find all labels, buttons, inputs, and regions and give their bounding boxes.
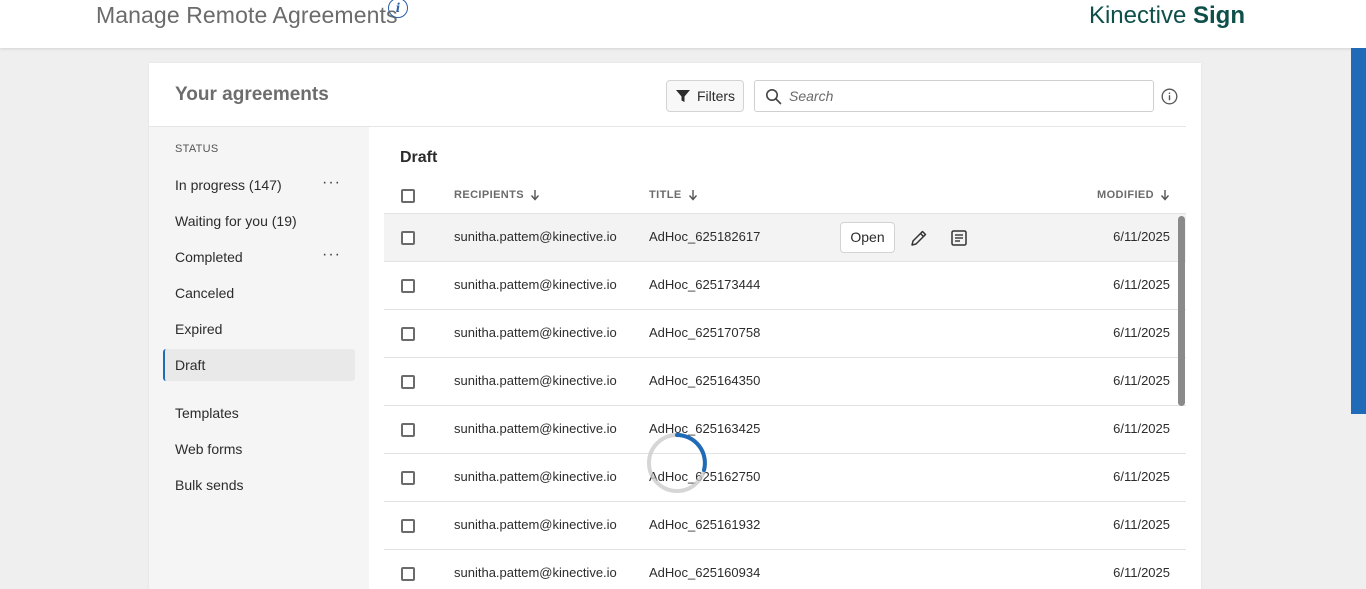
row-recipient: sunitha.pattem@kinective.io bbox=[454, 373, 617, 388]
table-scrollbar[interactable] bbox=[1178, 216, 1185, 406]
table-row[interactable]: sunitha.pattem@kinective.io AdHoc_625161… bbox=[384, 501, 1186, 549]
sidebar-item-bulk-sends[interactable]: Bulk sends bbox=[163, 469, 355, 501]
open-button[interactable]: Open bbox=[840, 222, 895, 253]
panel-heading: Your agreements bbox=[175, 84, 329, 105]
pencil-icon[interactable] bbox=[909, 228, 929, 248]
row-recipient: sunitha.pattem@kinective.io bbox=[454, 469, 617, 484]
sidebar-item-label: Expired bbox=[175, 321, 223, 337]
row-recipient: sunitha.pattem@kinective.io bbox=[454, 565, 617, 580]
row-modified: 6/11/2025 bbox=[1113, 517, 1170, 532]
sidebar-item-label: Web forms bbox=[175, 441, 243, 457]
row-checkbox[interactable] bbox=[401, 423, 415, 437]
table-row[interactable]: sunitha.pattem@kinective.io AdHoc_625173… bbox=[384, 261, 1186, 309]
sidebar-item-web-forms[interactable]: Web forms bbox=[163, 433, 355, 465]
sidebar-item-label: Completed bbox=[175, 249, 243, 265]
agreements-table: Draft RECIPIENTS TITLE MODIFIED sunitha.… bbox=[384, 127, 1186, 589]
info-icon[interactable] bbox=[1161, 88, 1178, 105]
column-header-label: TITLE bbox=[649, 189, 682, 201]
status-label: STATUS bbox=[175, 143, 219, 155]
sidebar-item-label: Canceled bbox=[175, 285, 235, 301]
loading-spinner-icon bbox=[647, 433, 707, 493]
row-modified: 6/11/2025 bbox=[1113, 325, 1170, 340]
select-all-checkbox[interactable] bbox=[401, 189, 415, 203]
sidebar-item-completed[interactable]: Completed ··· bbox=[163, 241, 355, 273]
right-accent-bar bbox=[1351, 48, 1366, 414]
column-header-label: RECIPIENTS bbox=[454, 189, 525, 201]
sidebar-item-waiting[interactable]: Waiting for you (19) bbox=[163, 205, 355, 237]
table-row[interactable]: sunitha.pattem@kinective.io AdHoc_625164… bbox=[384, 357, 1186, 405]
row-modified: 6/11/2025 bbox=[1113, 373, 1170, 388]
brand-bold: Sign bbox=[1193, 2, 1245, 29]
sidebar-item-in-progress[interactable]: In progress (147) ··· bbox=[163, 169, 355, 201]
table-row[interactable]: sunitha.pattem@kinective.io AdHoc_625170… bbox=[384, 309, 1186, 357]
row-checkbox[interactable] bbox=[401, 567, 415, 581]
brand-prefix: Kinective bbox=[1088, 2, 1187, 29]
sidebar-item-label: In progress (147) bbox=[175, 177, 282, 193]
row-recipient: sunitha.pattem@kinective.io bbox=[454, 517, 617, 532]
section-title: Draft bbox=[400, 149, 438, 166]
row-recipient: sunitha.pattem@kinective.io bbox=[454, 421, 617, 436]
agreements-panel: Your agreements Filters STATUS In progre… bbox=[149, 63, 1201, 589]
table-row[interactable]: sunitha.pattem@kinective.io AdHoc_625182… bbox=[384, 213, 1186, 261]
sort-arrow-icon bbox=[530, 190, 540, 201]
top-bar: Manage Remote Agreements i Kinective Sig… bbox=[0, 0, 1366, 48]
page-title: Manage Remote Agreements bbox=[96, 2, 398, 28]
sidebar-item-draft[interactable]: Draft bbox=[163, 349, 355, 381]
row-checkbox[interactable] bbox=[401, 327, 415, 341]
more-options-icon[interactable]: ··· bbox=[322, 241, 341, 269]
row-checkbox[interactable] bbox=[401, 471, 415, 485]
filters-label: Filters bbox=[696, 88, 736, 104]
search-box[interactable] bbox=[754, 80, 1154, 112]
row-title: AdHoc_625161932 bbox=[649, 517, 761, 532]
row-title: AdHoc_625164350 bbox=[649, 373, 761, 388]
row-checkbox[interactable] bbox=[401, 231, 415, 245]
sidebar-item-label: Draft bbox=[175, 357, 206, 373]
table-row[interactable]: sunitha.pattem@kinective.io AdHoc_625162… bbox=[384, 453, 1186, 501]
search-input[interactable] bbox=[789, 85, 1139, 107]
row-modified: 6/11/2025 bbox=[1113, 277, 1170, 292]
more-options-icon[interactable]: ··· bbox=[322, 169, 341, 197]
row-title: AdHoc_625182617 bbox=[649, 229, 761, 244]
status-sidebar: STATUS In progress (147) ··· Waiting for… bbox=[149, 127, 369, 589]
sidebar-item-expired[interactable]: Expired bbox=[163, 313, 355, 345]
row-recipient: sunitha.pattem@kinective.io bbox=[454, 229, 617, 244]
row-title: AdHoc_625170758 bbox=[649, 325, 761, 340]
sidebar-item-label: Bulk sends bbox=[175, 477, 244, 493]
document-icon[interactable] bbox=[949, 228, 969, 248]
row-recipient: sunitha.pattem@kinective.io bbox=[454, 325, 617, 340]
sort-arrow-icon bbox=[1160, 190, 1170, 201]
row-modified: 6/11/2025 bbox=[1113, 565, 1170, 580]
funnel-icon bbox=[675, 90, 690, 102]
sidebar-item-templates[interactable]: Templates bbox=[163, 397, 355, 429]
row-checkbox[interactable] bbox=[401, 519, 415, 533]
row-checkbox[interactable] bbox=[401, 375, 415, 389]
row-title: AdHoc_625160934 bbox=[649, 565, 761, 580]
row-modified: 6/11/2025 bbox=[1113, 229, 1170, 244]
sidebar-item-label: Templates bbox=[175, 405, 239, 421]
table-row[interactable]: sunitha.pattem@kinective.io AdHoc_625160… bbox=[384, 549, 1186, 589]
search-icon bbox=[766, 89, 782, 105]
column-header-modified[interactable]: MODIFIED bbox=[1097, 189, 1170, 201]
sidebar-item-canceled[interactable]: Canceled bbox=[163, 277, 355, 309]
table-row[interactable]: sunitha.pattem@kinective.io AdHoc_625163… bbox=[384, 405, 1186, 453]
row-recipient: sunitha.pattem@kinective.io bbox=[454, 277, 617, 292]
filters-button[interactable]: Filters bbox=[666, 80, 744, 112]
brand-logo: Kinective Sign bbox=[1089, 2, 1245, 30]
row-modified: 6/11/2025 bbox=[1113, 421, 1170, 436]
column-header-label: MODIFIED bbox=[1097, 189, 1154, 201]
column-header-title[interactable]: TITLE bbox=[649, 189, 698, 201]
row-title: AdHoc_625173444 bbox=[649, 277, 761, 292]
sort-arrow-icon bbox=[688, 190, 697, 201]
sidebar-item-label: Waiting for you (19) bbox=[175, 213, 297, 229]
row-modified: 6/11/2025 bbox=[1113, 469, 1170, 484]
info-icon[interactable]: i bbox=[388, 0, 408, 18]
column-header-recipients[interactable]: RECIPIENTS bbox=[454, 189, 540, 201]
row-checkbox[interactable] bbox=[401, 279, 415, 293]
